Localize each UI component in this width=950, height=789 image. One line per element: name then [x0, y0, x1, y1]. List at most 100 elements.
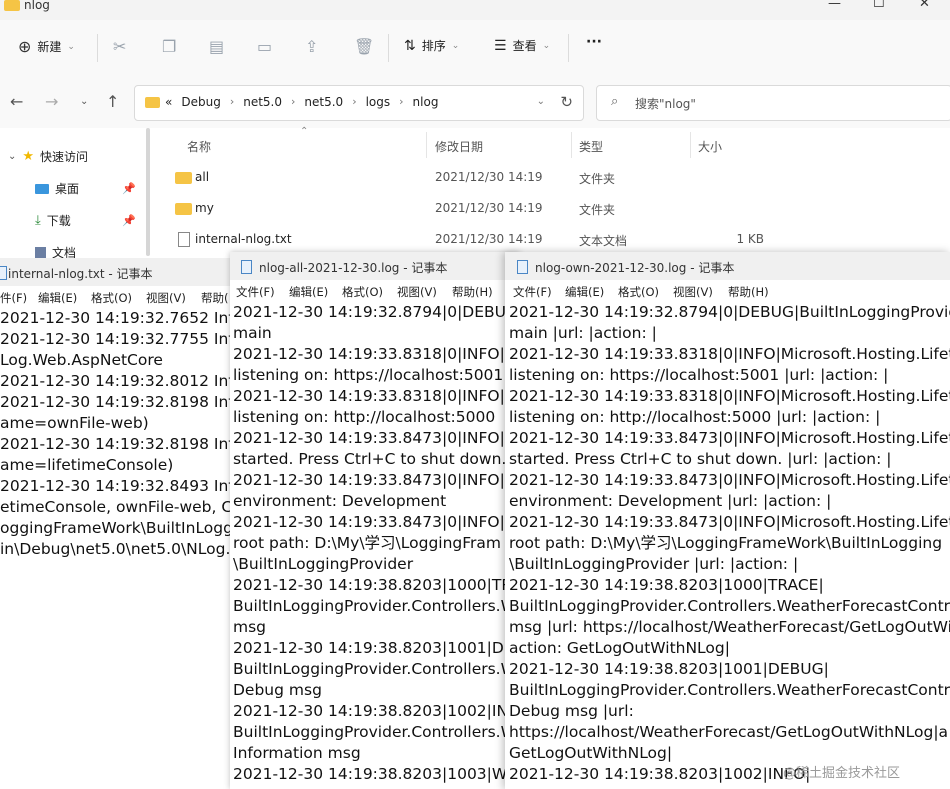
log-line: 2021-12-30 14:19:32.7755 Info Lo — [0, 330, 240, 348]
menu-view[interactable]: 视图(V) — [397, 284, 437, 300]
file-row[interactable]: internal-nlog.txt 2021/12/30 14:19 文本文档 … — [160, 224, 950, 254]
log-line: 2021-12-30 14:19:38.8203|1001|DEBUG| — [509, 660, 829, 678]
breadcrumb-item[interactable]: net5.0 — [243, 95, 282, 109]
notepad-internal-nlog: internal-nlog.txt - 记事本 件(F) 编辑(E) 格式(O)… — [0, 258, 240, 789]
menu-file[interactable]: 文件(F) — [236, 284, 275, 300]
breadcrumb-item[interactable]: nlog — [413, 95, 439, 109]
menu-help[interactable]: 帮助(H) — [728, 284, 769, 300]
rename-icon[interactable]: ▭ — [257, 37, 272, 56]
breadcrumb-item[interactable]: net5.0 — [304, 95, 343, 109]
menu-view[interactable]: 视图(V) — [146, 290, 186, 306]
log-line: listening on: http://localhost:5000 |url… — [509, 408, 881, 426]
log-line: 2021-12-30 14:19:38.8203|1003|WAR — [233, 765, 520, 783]
minimize-icon[interactable]: — — [828, 0, 841, 11]
file-row[interactable]: all 2021/12/30 14:19 文件夹 — [160, 162, 950, 192]
menu-help[interactable]: 帮助( — [201, 290, 229, 306]
share-icon[interactable]: ⇪ — [305, 37, 318, 56]
menu-file[interactable]: 文件(F) — [513, 284, 552, 300]
menu-help[interactable]: 帮助(H) — [452, 284, 493, 300]
back-icon[interactable]: ← — [10, 92, 23, 111]
window-title: nlog — [24, 0, 50, 12]
menu-bar: 文件(F) 编辑(E) 格式(O) 视图(V) 帮助(H) — [505, 280, 950, 303]
menu-format[interactable]: 格式(O) — [342, 284, 383, 300]
pin-icon[interactable]: 📌 — [122, 214, 136, 227]
notepad-title: internal-nlog.txt - 记事本 — [8, 267, 153, 281]
view-button[interactable]: ☰ 查看 ⌄ — [494, 37, 550, 54]
delete-icon[interactable]: 🗑 — [354, 37, 374, 56]
chevron-down-icon: ⌄ — [542, 40, 551, 51]
column-type[interactable]: 类型 — [579, 138, 603, 155]
menu-format[interactable]: 格式(O) — [91, 290, 132, 306]
cut-icon[interactable]: ✂ — [113, 37, 126, 56]
maximize-icon[interactable]: ☐ — [873, 0, 885, 11]
menu-edit[interactable]: 编辑(E) — [565, 284, 604, 300]
column-date[interactable]: 修改日期 — [435, 138, 483, 155]
divider — [97, 34, 98, 62]
menu-edit[interactable]: 编辑(E) — [289, 284, 328, 300]
menu-view[interactable]: 视图(V) — [673, 284, 713, 300]
address-bar[interactable]: « Debug › net5.0 › net5.0 › logs › nlog ⌄ ↻ — [134, 85, 584, 121]
log-line: root path: D:\My\学习\LoggingFrameWork\Bui… — [509, 534, 943, 552]
breadcrumb-overflow[interactable]: « — [165, 95, 172, 109]
menu-format[interactable]: 格式(O) — [618, 284, 659, 300]
folder-icon — [145, 97, 160, 108]
text-area[interactable]: 2021-12-30 14:19:32.7652 Info M 2021-12-3… — [0, 308, 240, 789]
log-line: BuiltInLoggingProvider.Controllers.W — [233, 597, 516, 615]
log-line: BuiltInLoggingProvider.Controllers.W — [233, 723, 516, 741]
sidebar-item-downloads[interactable]: ⤓ 下载 — [35, 212, 71, 229]
paste-icon[interactable]: ▤ — [209, 37, 224, 56]
log-line: 2021-12-30 14:19:33.8318|0|INFO|Mi — [233, 345, 520, 363]
log-line: 2021-12-30 14:19:33.8318|0|INFO|Microsof… — [509, 387, 950, 405]
notepad-nlog-own: nlog-own-2021-12-30.log - 记事本 文件(F) 编辑(E… — [505, 252, 950, 789]
log-line: msg |url: https://localhost/WeatherForec… — [509, 618, 950, 636]
new-button[interactable]: ⊕ 新建 ⌄ — [18, 37, 75, 56]
recent-chevron-icon[interactable]: ⌄ — [80, 96, 88, 107]
chevron-down-icon: ⌄ — [67, 41, 75, 52]
log-line: main |url: |action: | — [509, 324, 657, 342]
refresh-icon[interactable]: ↻ — [560, 93, 573, 111]
text-area[interactable]: 2021-12-30 14:19:32.8794|0|DEBUG| main 202… — [230, 302, 520, 789]
column-size[interactable]: 大小 — [698, 138, 722, 155]
watermark-text: @稀土掘金技术社区 — [783, 766, 901, 781]
log-line: \BuiltInLoggingProvider — [233, 555, 414, 573]
sidebar-item-label: 快速访问 — [40, 150, 89, 164]
close-icon[interactable]: ✕ — [919, 0, 930, 11]
log-line: listening on: https://localhost:5001 — [233, 366, 504, 384]
pin-icon[interactable]: 📌 — [122, 182, 136, 195]
search-box[interactable]: ⌕ 搜索"nlog" — [596, 85, 950, 121]
file-row[interactable]: my 2021/12/30 14:19 文件夹 — [160, 193, 950, 223]
log-line: in\Debug\net5.0\net5.0\NLog. — [0, 540, 231, 558]
log-line: 2021-12-30 14:19:33.8473|0|INFO|Mi — [233, 471, 520, 489]
breadcrumb-item[interactable]: logs — [366, 95, 391, 109]
sidebar-item-quick-access[interactable]: ⌄ ★ 快速访问 — [8, 148, 88, 165]
log-line: \BuiltInLoggingProvider |url: |action: | — [509, 555, 799, 573]
text-area[interactable]: 2021-12-30 14:19:32.8794|0|DEBUG|BuiltIn… — [505, 302, 950, 789]
log-line: 2021-12-30 14:19:33.8318|0|INFO|Microsof… — [509, 345, 950, 363]
up-icon[interactable]: ↑ — [106, 92, 119, 111]
log-line: 2021-12-30 14:19:32.8493 Info Va — [0, 477, 240, 495]
sidebar-item-desktop[interactable]: 桌面 — [35, 180, 79, 197]
new-label: 新建 — [37, 40, 62, 54]
scrollbar[interactable] — [146, 128, 150, 256]
log-line: ame=lifetimeConsole) — [0, 456, 174, 474]
chevron-down-icon[interactable]: ⌄ — [537, 96, 545, 107]
log-line: BuiltInLoggingProvider.Controllers.W — [233, 660, 516, 678]
sort-button[interactable]: ⇅ 排序 ⌄ — [404, 37, 459, 54]
file-type: 文本文档 — [579, 234, 628, 248]
notepad-icon — [0, 266, 7, 280]
star-icon: ★ — [22, 149, 35, 164]
menu-file[interactable]: 件(F) — [0, 290, 27, 306]
menu-edit[interactable]: 编辑(E) — [38, 290, 77, 306]
chevron-right-icon: › — [291, 95, 296, 108]
more-button[interactable]: ··· — [586, 34, 602, 50]
breadcrumb-item[interactable]: Debug — [181, 95, 220, 109]
copy-icon[interactable]: ❐ — [162, 37, 176, 56]
log-line: oggingFrameWork\BuiltInLogg — [0, 519, 233, 537]
sidebar-item-label: 桌面 — [55, 182, 80, 196]
column-name[interactable]: 名称 — [187, 138, 211, 155]
log-line: msg — [233, 618, 267, 636]
divider — [388, 34, 389, 62]
command-bar: ⊕ 新建 ⌄ ✂ ❐ ▤ ▭ ⇪ 🗑 ⇅ 排序 ⌄ ☰ 查看 ⌄ ··· — [0, 20, 950, 79]
log-line: 2021-12-30 14:19:33.8473|0|INFO|Microsof… — [509, 513, 950, 531]
forward-icon[interactable]: → — [45, 92, 58, 111]
